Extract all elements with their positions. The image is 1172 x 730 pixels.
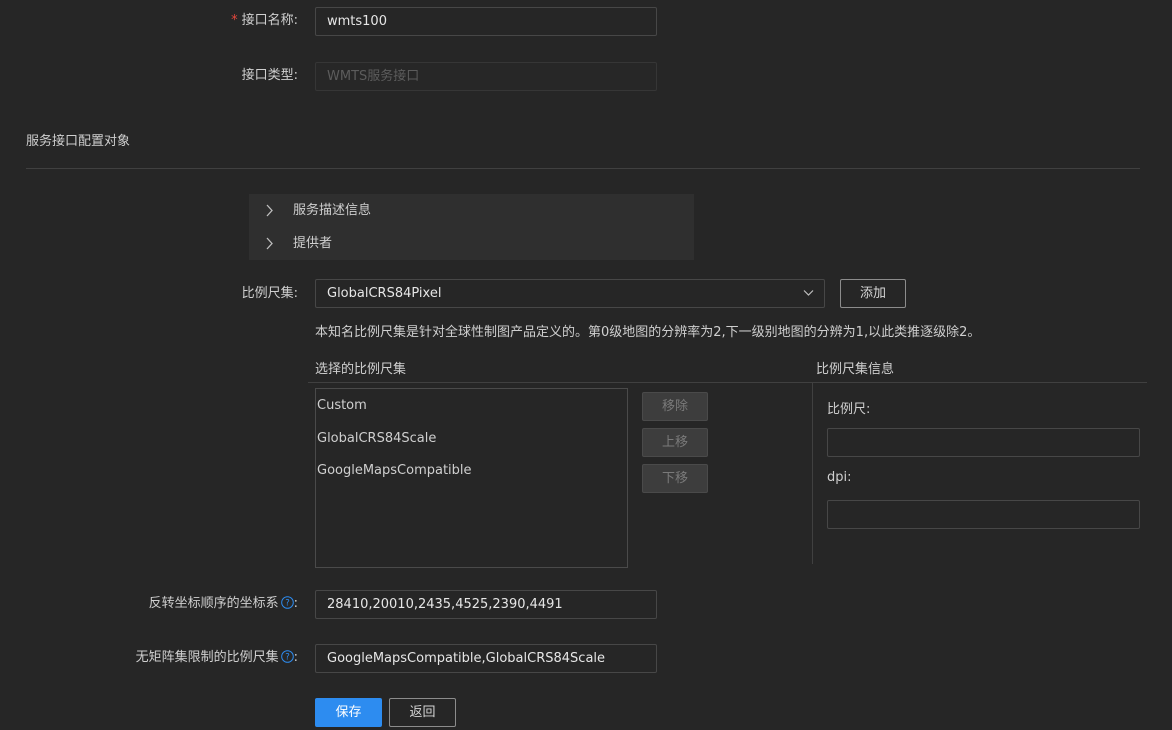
svg-text:?: ? [285, 599, 290, 609]
scale-select-value: GlobalCRS84Pixel [327, 286, 442, 301]
unlimited-label-text: 无矩阵集限制的比例尺集 [135, 650, 279, 665]
unlimited-label: 无矩阵集限制的比例尺集?: [0, 644, 298, 672]
reverse-label: 反转坐标顺序的坐标系?: [0, 590, 298, 618]
add-button[interactable]: 添加 [840, 279, 906, 308]
back-button[interactable]: 返回 [389, 698, 456, 727]
header-divider [308, 382, 1147, 383]
list-item[interactable]: Custom [317, 398, 367, 413]
move-up-button[interactable]: 上移 [642, 428, 708, 457]
scale-select[interactable]: GlobalCRS84Pixel [315, 279, 825, 308]
chevron-right-icon [266, 237, 273, 250]
collapse-service-description[interactable]: 服务描述信息 [249, 194, 694, 227]
chevron-down-icon [803, 290, 814, 296]
reverse-axis-input[interactable]: 28410,20010,2435,4525,2390,4491 [315, 590, 657, 619]
unlimited-label-colon: : [293, 650, 298, 665]
list-item[interactable]: GlobalCRS84Scale [317, 431, 436, 446]
remove-button[interactable]: 移除 [642, 392, 708, 421]
info-divider [812, 383, 813, 564]
dpi-field-input[interactable] [827, 500, 1140, 529]
collapse-provider[interactable]: 提供者 [249, 227, 694, 260]
type-input: WMTS服务接口 [315, 62, 657, 91]
question-circle-icon[interactable]: ? [280, 596, 294, 609]
type-label: 接口类型: [241, 68, 298, 83]
name-label: * 接口名称: [0, 7, 298, 35]
move-down-button[interactable]: 下移 [642, 464, 708, 493]
name-input[interactable]: wmts100 [315, 7, 657, 36]
reverse-label-text: 反转坐标顺序的坐标系 [148, 596, 279, 611]
selected-list[interactable]: Custom GlobalCRS84Scale GoogleMapsCompat… [315, 388, 628, 568]
save-button[interactable]: 保存 [315, 698, 382, 727]
info-title: 比例尺集信息 [816, 362, 895, 377]
section-title: 服务接口配置对象 [26, 134, 131, 149]
section-divider [26, 168, 1140, 169]
reverse-label-colon: : [293, 596, 298, 611]
question-circle-icon[interactable]: ? [280, 650, 294, 663]
dpi-field-label: dpi: [827, 470, 852, 485]
scale-hint: 本知名比例尺集是针对全球性制图产品定义的。第0级地图的分辨率为2,下一级别地图的… [315, 325, 981, 340]
svg-text:?: ? [285, 653, 290, 663]
scale-field-input[interactable] [827, 428, 1140, 457]
selected-title: 选择的比例尺集 [315, 362, 407, 377]
name-label-text: 接口名称: [241, 13, 298, 28]
list-item[interactable]: GoogleMapsCompatible [317, 463, 472, 478]
scale-field-label: 比例尺: [827, 402, 871, 417]
chevron-right-icon [266, 204, 273, 217]
scale-label: 比例尺集: [241, 286, 298, 301]
collapse-label: 服务描述信息 [293, 203, 372, 218]
required-mark: * [231, 13, 238, 28]
unlimited-input[interactable]: GoogleMapsCompatible,GlobalCRS84Scale [315, 644, 657, 673]
collapse-label: 提供者 [293, 236, 333, 251]
